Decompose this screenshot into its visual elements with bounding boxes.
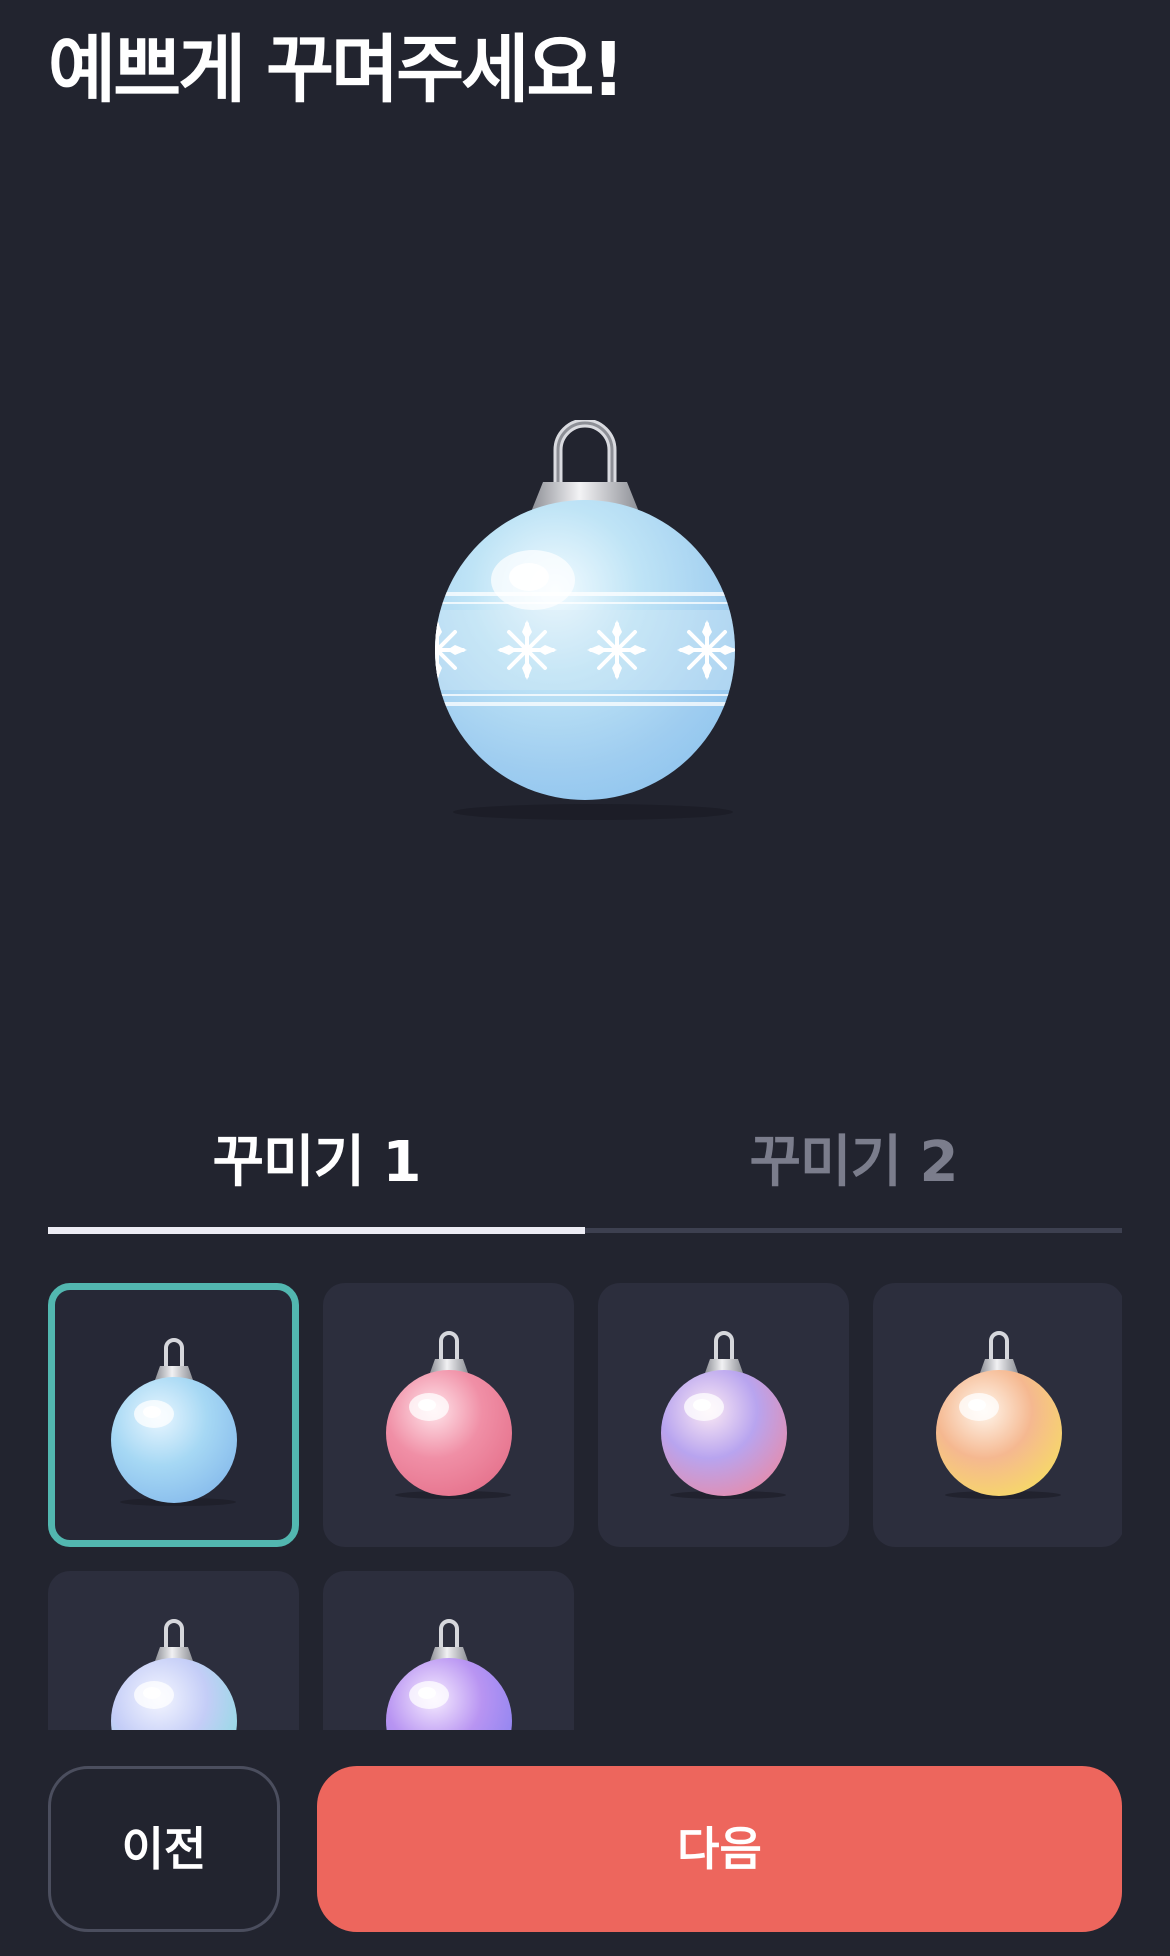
tab-active-indicator bbox=[48, 1227, 585, 1234]
ornament-option[interactable] bbox=[48, 1283, 299, 1547]
ornament-option[interactable] bbox=[873, 1283, 1122, 1547]
ornament-icon bbox=[110, 1338, 237, 1506]
tab-decorate-2[interactable]: 꾸미기 2 bbox=[585, 1115, 1122, 1225]
ornament-icon bbox=[385, 1331, 512, 1499]
ornament-option[interactable] bbox=[48, 1571, 299, 1730]
page-title: 예쁘게 꾸며주세요! bbox=[48, 27, 625, 113]
next-button[interactable]: 다음 bbox=[317, 1766, 1122, 1932]
ornament-icon bbox=[660, 1331, 787, 1499]
ornament-option[interactable] bbox=[598, 1283, 849, 1547]
ornament-icon bbox=[385, 1619, 512, 1730]
prev-button[interactable]: 이전 bbox=[48, 1766, 280, 1932]
ornament-grid bbox=[48, 1283, 1122, 1730]
tab-decorate-1[interactable]: 꾸미기 1 bbox=[48, 1115, 585, 1225]
ornament-option[interactable] bbox=[323, 1283, 574, 1547]
ornament-preview bbox=[435, 420, 735, 820]
ornament-icon bbox=[935, 1331, 1062, 1499]
ornament-option[interactable] bbox=[323, 1571, 574, 1730]
ornament-icon bbox=[110, 1619, 237, 1730]
tab-bar: 꾸미기 1 꾸미기 2 bbox=[48, 1115, 1122, 1235]
